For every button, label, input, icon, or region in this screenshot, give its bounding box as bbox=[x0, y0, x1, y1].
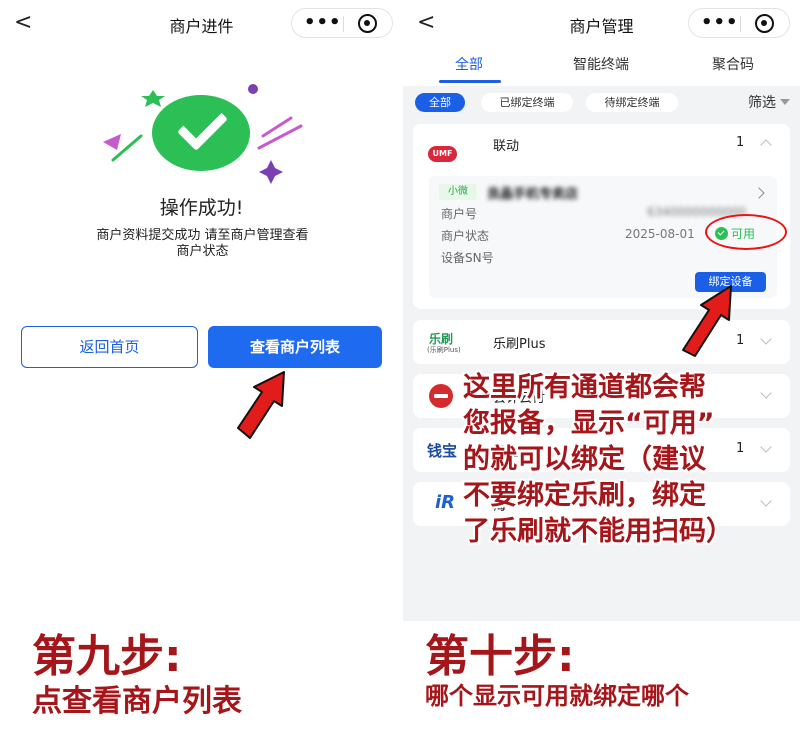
merchant-management-screen: < 商户管理 ••• 全部 智能终端 聚合码 全部 已绑定终端 待绑定终端 筛选… bbox=[403, 0, 800, 750]
view-merchant-list-button[interactable]: 查看商户列表 bbox=[208, 326, 382, 368]
caret-down-icon bbox=[780, 99, 790, 105]
umf-logo-icon: UMF bbox=[428, 146, 457, 162]
miniprogram-capsule: ••• bbox=[291, 8, 393, 38]
filter-chip-all[interactable]: 全部 bbox=[415, 93, 465, 112]
merchant-status-label: 商户状态 bbox=[441, 229, 490, 243]
channel-name: 联动 bbox=[493, 139, 520, 154]
pointer-arrow-icon bbox=[237, 371, 285, 439]
tab-all[interactable]: 全部 bbox=[455, 54, 483, 74]
step-ten-instruction: 哪个显示可用就绑定哪个 bbox=[425, 682, 689, 710]
merchant-status-date: 2025-08-01 bbox=[625, 227, 695, 241]
capsule-divider bbox=[740, 16, 741, 32]
capsule-divider bbox=[343, 16, 344, 32]
channel-logo-icon bbox=[429, 384, 453, 408]
filter-button[interactable]: 筛选 bbox=[748, 92, 790, 112]
leshua-logo-icon: 乐刷 (乐刷Plus) bbox=[427, 332, 461, 354]
active-tab-indicator bbox=[439, 80, 501, 83]
chevron-down-icon[interactable] bbox=[760, 333, 772, 345]
close-miniprogram-icon[interactable] bbox=[755, 14, 774, 33]
tab-aggregate-code[interactable]: 聚合码 bbox=[712, 54, 754, 74]
merchant-type-badge: 小微 bbox=[439, 184, 477, 200]
success-illustration bbox=[95, 80, 310, 190]
success-description: 商户资料提交成功 请至商户管理查看商户状态 bbox=[96, 228, 309, 259]
tab-bar: 全部 智能终端 聚合码 bbox=[403, 46, 800, 86]
more-icon[interactable]: ••• bbox=[304, 12, 341, 33]
merchant-name: 良晶手机专卖店 bbox=[487, 187, 579, 202]
annotation-text: 这里所有通道都会帮 您报备，显示“可用” 的就可以绑定（建议 不要绑定乐刷，绑定… bbox=[463, 372, 733, 547]
filter-chip-unbound[interactable]: 待绑定终端 bbox=[586, 93, 678, 112]
step-nine-title: 第九步: bbox=[32, 631, 182, 682]
more-icon[interactable]: ••• bbox=[701, 12, 738, 33]
qianbao-logo-icon: 钱宝 bbox=[427, 442, 458, 460]
step-ten-title: 第十步: bbox=[425, 631, 575, 682]
nav-bar: < 商户管理 ••• bbox=[403, 0, 800, 46]
close-miniprogram-icon[interactable] bbox=[358, 14, 377, 33]
success-title: 操作成功! bbox=[159, 197, 244, 219]
merchant-onboarding-screen: < 商户进件 ••• 操作成功! 商户资料提交成功 请至商户管理查看商户状态 返… bbox=[0, 0, 403, 750]
miniprogram-capsule: ••• bbox=[688, 8, 790, 38]
ir-logo-icon: iR bbox=[435, 492, 456, 513]
success-check-icon bbox=[152, 95, 250, 171]
filter-label: 筛选 bbox=[748, 95, 776, 111]
chevron-up-icon[interactable] bbox=[760, 139, 772, 151]
back-home-button[interactable]: 返回首页 bbox=[21, 326, 198, 368]
nav-bar: < 商户进件 ••• bbox=[0, 0, 403, 46]
highlight-circle bbox=[705, 214, 787, 250]
step-nine-instruction: 点查看商户列表 bbox=[32, 684, 242, 719]
filter-chip-bound[interactable]: 已绑定终端 bbox=[481, 93, 573, 112]
tab-smart-terminal[interactable]: 智能终端 bbox=[573, 54, 629, 74]
channel-name: 乐刷Plus bbox=[493, 337, 546, 352]
merchant-id-label: 商户号 bbox=[441, 207, 478, 221]
pointer-arrow-icon bbox=[682, 285, 732, 357]
chevron-right-icon[interactable] bbox=[753, 187, 765, 199]
device-sn-label: 设备SN号 bbox=[441, 251, 494, 265]
channel-count: 1 bbox=[736, 135, 745, 150]
